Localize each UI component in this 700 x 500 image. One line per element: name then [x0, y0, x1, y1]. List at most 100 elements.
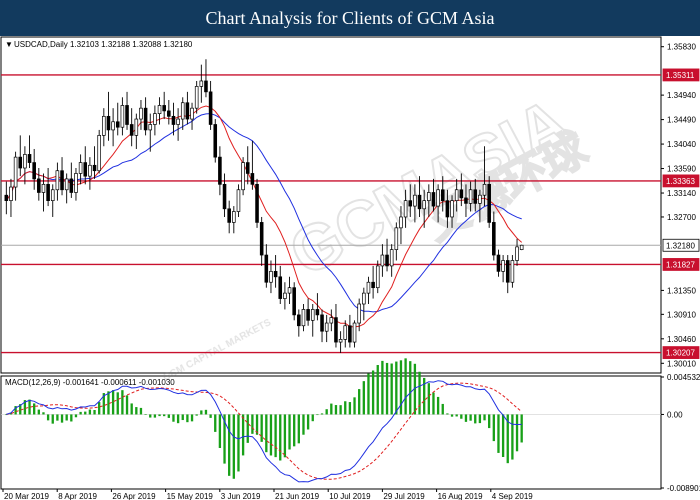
macd-histogram-bar [418, 371, 421, 415]
macd-histogram-bar [511, 414, 514, 460]
candle-body [519, 244, 524, 250]
macd-histogram-bar [111, 390, 115, 415]
macd-histogram-bar [348, 402, 352, 415]
candle-body [97, 135, 101, 172]
level-label: 1.31827 [666, 260, 695, 269]
macd-histogram-bar [474, 414, 477, 424]
candle-body [60, 170, 64, 191]
macd-panel-frame [0, 375, 662, 490]
candle-body [329, 317, 334, 324]
macd-histogram-bar [404, 358, 407, 415]
y-tick-label: 1.34040 [667, 140, 696, 149]
macd-histogram-bar [469, 414, 472, 421]
macd-histogram-bar [274, 414, 277, 458]
candle-body [375, 265, 380, 289]
macd-histogram-bar [251, 414, 254, 434]
candle-body [348, 325, 352, 343]
candle-body [74, 173, 78, 193]
candle-body [273, 271, 278, 278]
candle-body [180, 102, 185, 120]
candle-body [162, 105, 166, 112]
macd-histogram-bar [130, 403, 133, 415]
macd-layer [1, 358, 661, 483]
candle-body [83, 162, 88, 177]
macd-histogram-bar [344, 401, 347, 415]
macd-histogram-bar [283, 414, 287, 458]
candle-body [176, 118, 180, 125]
candle-body [492, 222, 496, 256]
candle-body [468, 189, 473, 204]
macd-histogram-bar [385, 362, 389, 415]
macd-histogram-bar [167, 414, 170, 418]
macd-y-tick-label: 0.00 [667, 410, 683, 419]
macd-histogram-bar [153, 414, 157, 418]
macd-histogram-bar [42, 412, 45, 415]
x-tick-label: 3 Jun 2019 [221, 492, 261, 500]
candle-body [199, 80, 204, 87]
macd-histogram-bar [144, 414, 147, 415]
macd-histogram-bar [163, 414, 166, 417]
x-tick-label: 10 Jul 2019 [329, 492, 371, 500]
macd-histogram-bar [116, 392, 119, 415]
candle-body [241, 162, 245, 191]
candle-body [464, 197, 468, 204]
candle-body [232, 211, 236, 223]
macd-histogram-bar [149, 414, 152, 418]
candle-body [334, 317, 338, 343]
candle-body [139, 107, 143, 120]
macd-histogram-bar [260, 414, 263, 442]
macd-histogram-bar [158, 414, 161, 417]
macd-y-tick-label: 0.004532 [667, 373, 700, 382]
macd-histogram-bar [376, 365, 379, 415]
symbol-readout: USDCAD,Daily 1.32103 1.32188 1.32088 1.3… [14, 40, 193, 49]
macd-histogram-bar [395, 361, 398, 415]
candle-body [13, 156, 18, 188]
candle-body [283, 292, 287, 299]
macd-histogram-bar [367, 373, 370, 415]
candle-body [454, 189, 459, 201]
candle-body [37, 178, 41, 193]
candle-body [292, 287, 296, 316]
macd-histogram-bar [51, 414, 54, 424]
macd-signal-line [6, 382, 523, 480]
candle-body [431, 192, 436, 207]
candle-body [88, 164, 92, 177]
candle-body [478, 194, 482, 204]
candle-body [157, 105, 162, 114]
candle-body [362, 292, 366, 305]
chart-header: Chart Analysis for Clients of GCM Asia [0, 0, 700, 36]
candle-body [371, 281, 375, 289]
candle-body [440, 189, 445, 201]
macd-histogram-bar [520, 414, 523, 443]
candle-body [27, 154, 32, 163]
candle-body [78, 162, 83, 174]
candle-body [143, 107, 148, 131]
current-price-label: 1.32180 [666, 241, 695, 250]
macd-histogram-bar [450, 414, 454, 417]
macd-histogram-bar [88, 409, 92, 415]
macd-histogram-bar [121, 390, 124, 415]
y-axis: 1.35830 1.34940 1.34490 1.34040 1.33590 1.331… [661, 43, 700, 493]
macd-histogram-bar [515, 414, 519, 452]
level-label: 1.33363 [666, 177, 695, 186]
macd-histogram-bar [297, 414, 300, 444]
x-axis: 20 Mar 2019 8 Apr 2019 26 Apr 2019 15 May 2… [2, 489, 533, 500]
candle-body [4, 194, 9, 201]
macd-histogram-bar [265, 414, 268, 453]
macd-histogram-bar [93, 410, 96, 415]
candle-body [422, 200, 426, 210]
candle-body [357, 303, 361, 324]
candle-body [436, 189, 440, 207]
candle-body [120, 105, 125, 128]
macd-histogram-bar [200, 410, 203, 415]
candle-body [496, 254, 501, 272]
candle-body [41, 183, 46, 193]
macd-histogram-bar [56, 414, 59, 421]
candle-body [222, 183, 227, 210]
candle-body [352, 322, 357, 343]
y-tick-label: 1.33590 [667, 165, 696, 174]
candle-body [134, 118, 139, 136]
macd-histogram-bar [441, 403, 444, 415]
candle-body [287, 287, 292, 294]
macd-histogram-bar [501, 414, 505, 457]
